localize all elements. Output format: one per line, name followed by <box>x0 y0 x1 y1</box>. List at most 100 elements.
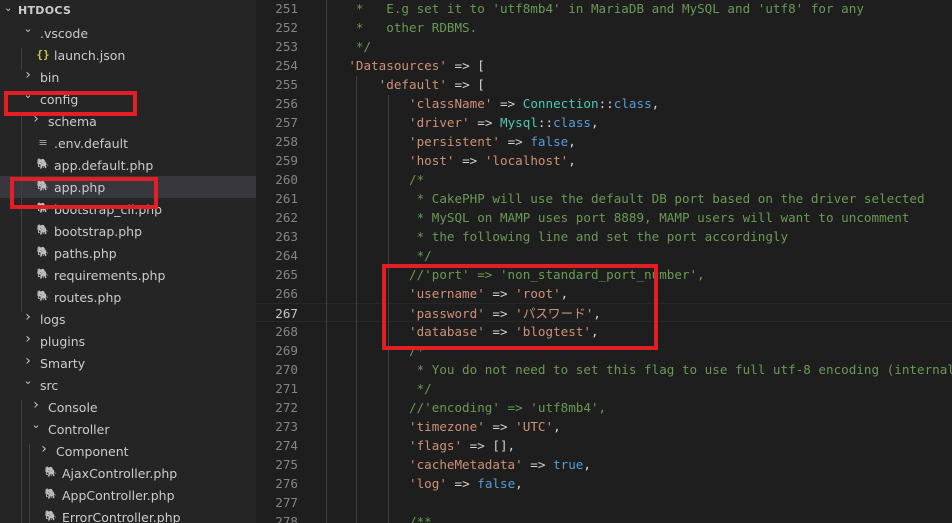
code-line[interactable]: 254 'Datasources' => [ <box>256 56 952 75</box>
tree-item-label: paths.php <box>54 246 117 261</box>
code-line[interactable]: 260 /* <box>256 170 952 189</box>
tree-item-label: AppController.php <box>62 488 175 503</box>
folder-src[interactable]: ⌄ src <box>0 374 256 396</box>
code-line[interactable]: 252 * other RDBMS. <box>256 18 952 37</box>
chevron-right-icon[interactable]: › <box>30 397 42 413</box>
code-line[interactable]: 253 */ <box>256 37 952 56</box>
code-token: , <box>568 134 576 149</box>
chevron-right-icon[interactable]: › <box>22 309 34 325</box>
code-line[interactable]: 277 <box>256 493 952 512</box>
code-token: 'UTC' <box>515 419 554 434</box>
line-number: 252 <box>275 20 298 35</box>
chevron-right-icon[interactable]: › <box>22 67 34 83</box>
file-routes-php[interactable]: 🐘 routes.php <box>0 286 256 308</box>
chevron-down-icon[interactable]: ⌄ <box>22 22 34 35</box>
tree-item-label: src <box>40 378 59 393</box>
code-token: */ <box>318 381 432 396</box>
code-text: 'log' => false, <box>318 474 523 493</box>
folder-logs[interactable]: › logs <box>0 308 256 330</box>
code-token: */ <box>318 248 432 263</box>
file-requirements-php[interactable]: 🐘 requirements.php <box>0 264 256 286</box>
php-elephant-icon: 🐘 <box>36 247 50 258</box>
highlight-box-db-credentials <box>382 264 658 350</box>
folder-plugins[interactable]: › plugins <box>0 330 256 352</box>
folder-console[interactable]: › Console <box>0 396 256 418</box>
tree-item-label: .vscode <box>40 26 89 41</box>
file-bootstrap-php[interactable]: 🐘 bootstrap.php <box>0 220 256 242</box>
code-line[interactable]: 276 'log' => false, <box>256 474 952 493</box>
tree-item-label: plugins <box>40 334 86 349</box>
tree-item-label: bin <box>40 70 60 85</box>
line-number: 253 <box>275 39 298 54</box>
line-number: 251 <box>275 1 298 16</box>
file-env-default[interactable]: ≡ .env.default <box>0 132 256 154</box>
code-token: /* <box>318 172 425 187</box>
code-token: * CakePHP will use the default DB port b… <box>318 191 925 206</box>
line-number: 269 <box>275 343 298 358</box>
chevron-down-icon[interactable]: ⌄ <box>4 3 12 14</box>
file-ajaxcontroller-php[interactable]: 🐘 AjaxController.php <box>0 462 256 484</box>
chevron-right-icon[interactable]: › <box>22 331 34 347</box>
code-line[interactable]: 278 /** <box>256 512 952 523</box>
code-line[interactable]: 262 * MySQL on MAMP uses port 8889, MAMP… <box>256 208 952 227</box>
code-line[interactable]: 257 'driver' => Mysql::class, <box>256 113 952 132</box>
line-number: 276 <box>275 476 298 491</box>
php-elephant-icon: 🐘 <box>36 291 50 302</box>
file-paths-php[interactable]: 🐘 paths.php <box>0 242 256 264</box>
code-line[interactable]: 271 */ <box>256 379 952 398</box>
code-line[interactable]: 263 * the following line and set the por… <box>256 227 952 246</box>
chevron-right-icon[interactable]: › <box>22 353 34 369</box>
file-errorcontroller-php[interactable]: 🐘 ErrorController.php <box>0 506 256 523</box>
explorer-header[interactable]: ⌄ HTDOCS <box>0 0 256 20</box>
code-editor[interactable]: 251 * E.g set it to 'utf8mb4' in MariaDB… <box>256 0 952 523</box>
code-line[interactable]: 258 'persistent' => false, <box>256 132 952 151</box>
code-line[interactable]: 273 'timezone' => 'UTC', <box>256 417 952 436</box>
line-number: 255 <box>275 77 298 92</box>
line-number: 260 <box>275 172 298 187</box>
code-line[interactable]: 272 //'encoding' => 'utf8mb4', <box>256 398 952 417</box>
code-line[interactable]: 270 * You do not need to set this flag t… <box>256 360 952 379</box>
line-number: 270 <box>275 362 298 377</box>
php-elephant-icon: 🐘 <box>36 225 50 236</box>
tree-item-label: schema <box>48 114 97 129</box>
file-app-default-php[interactable]: 🐘 app.default.php <box>0 154 256 176</box>
code-token: 'localhost' <box>484 153 569 168</box>
line-number: 254 <box>275 58 298 73</box>
folder-smarty[interactable]: › Smarty <box>0 352 256 374</box>
code-text: * You do not need to set this flag to us… <box>318 360 952 379</box>
php-elephant-icon: 🐘 <box>44 467 58 478</box>
workspace-title: HTDOCS <box>18 4 72 17</box>
code-line[interactable]: 251 * E.g set it to 'utf8mb4' in MariaDB… <box>256 0 952 18</box>
code-line[interactable]: 259 'host' => 'localhost', <box>256 151 952 170</box>
file-launch-json[interactable]: {} launch.json <box>0 44 256 66</box>
code-line[interactable]: 261 * CakePHP will use the default DB po… <box>256 189 952 208</box>
code-token: => [], <box>462 438 516 453</box>
code-line[interactable]: 255 'default' => [ <box>256 75 952 94</box>
code-token: :: <box>537 115 554 130</box>
explorer-sidebar: ⌄ HTDOCS ⌄ .vscode{} launch.json › bin ⌄ confi… <box>0 0 256 523</box>
code-line[interactable]: 275 'cacheMetadata' => true, <box>256 455 952 474</box>
code-token: 'driver' <box>318 115 470 130</box>
code-token: => <box>454 153 485 168</box>
file-appcontroller-php[interactable]: 🐘 AppController.php <box>0 484 256 506</box>
chevron-right-icon[interactable]: › <box>38 441 50 457</box>
line-number: 275 <box>275 457 298 472</box>
code-line[interactable]: 274 'flags' => [], <box>256 436 952 455</box>
code-token: class <box>613 96 652 111</box>
chevron-down-icon[interactable]: ⌄ <box>30 418 42 431</box>
line-number: 268 <box>275 324 298 339</box>
line-number: 272 <box>275 400 298 415</box>
folder-bin[interactable]: › bin <box>0 66 256 88</box>
code-line[interactable]: 264 */ <box>256 246 952 265</box>
chevron-down-icon[interactable]: ⌄ <box>22 374 34 387</box>
line-number: 258 <box>275 134 298 149</box>
code-token: * You do not need to set this flag to us… <box>318 362 952 377</box>
line-number: 274 <box>275 438 298 453</box>
folder-vscode[interactable]: ⌄ .vscode <box>0 22 256 44</box>
code-text: 'timezone' => 'UTC', <box>318 417 561 436</box>
code-line[interactable]: 256 'className' => Connection::class, <box>256 94 952 113</box>
indent-guide <box>21 114 22 312</box>
folder-controller[interactable]: ⌄ Controller <box>0 418 256 440</box>
code-token: 'default' <box>318 77 447 92</box>
folder-component[interactable]: › Component <box>0 440 256 462</box>
